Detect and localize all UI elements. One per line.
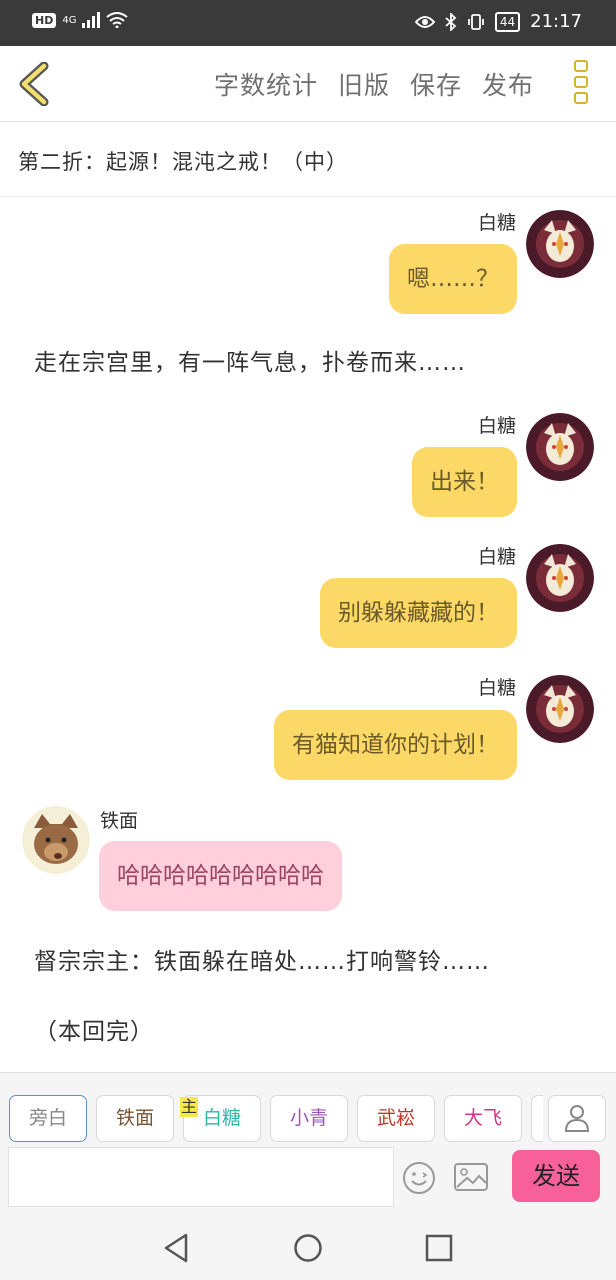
message-bubble[interactable]: 有猫知道你的计划！ <box>274 710 517 780</box>
save-button[interactable]: 保存 <box>410 66 462 102</box>
speaker-name: 白糖 <box>477 677 516 699</box>
speaker-name: 白糖 <box>477 415 516 437</box>
person-icon <box>564 1105 590 1132</box>
status-bar: HD 4G 44 21:17 <box>0 0 616 46</box>
chapter-title-bar[interactable]: 第二折：起源！混沌之戒！（中） <box>0 122 616 197</box>
main-role-tag: 主 <box>180 1097 199 1117</box>
role-chip-wusong[interactable]: 武崧 <box>357 1095 435 1142</box>
network-type: 4G <box>62 14 77 26</box>
publish-button[interactable]: 发布 <box>482 66 534 102</box>
narration-text[interactable]: 走在宗宫里，有一阵气息，扑卷而来…… <box>34 343 466 377</box>
role-chip-tiemian[interactable]: 铁面 <box>96 1095 174 1142</box>
composer: 旁白 铁面 白糖 主 小青 武崧 大飞 发送 <box>0 1072 616 1218</box>
chapter-title: 第二折：起源！混沌之戒！（中） <box>18 150 348 174</box>
avatar-tiemian[interactable] <box>22 806 90 874</box>
role-chip-narrator[interactable]: 旁白 <box>9 1095 87 1142</box>
narration-text[interactable]: 督宗宗主：铁面躲在暗处……打响警铃…… <box>34 942 490 976</box>
wifi-icon <box>106 12 129 28</box>
clock: 21:17 <box>530 11 582 32</box>
word-count-button[interactable]: 字数统计 <box>214 66 318 102</box>
avatar-baitang[interactable] <box>526 544 594 612</box>
chevron-left-icon <box>19 61 49 107</box>
avatar-baitang[interactable] <box>526 675 594 743</box>
speaker-name: 白糖 <box>477 546 516 568</box>
vibrate-icon <box>467 13 484 30</box>
system-nav-bar <box>0 1218 616 1280</box>
role-manage-button[interactable] <box>548 1095 606 1142</box>
role-chip-xiaoqing[interactable]: 小青 <box>270 1095 348 1142</box>
hd-badge: HD <box>32 12 57 28</box>
narration-text[interactable]: （本回完） <box>34 1012 154 1046</box>
speaker-name: 铁面 <box>100 810 139 832</box>
message-bubble[interactable]: 别躲躲藏藏的！ <box>320 578 517 648</box>
menu-dot <box>574 92 588 104</box>
more-menu-button[interactable] <box>572 60 590 108</box>
role-chip-partial[interactable] <box>531 1095 543 1142</box>
signal-icon <box>82 12 101 28</box>
top-bar: 字数统计 旧版 保存 发布 <box>0 46 616 122</box>
message-input[interactable] <box>8 1147 394 1207</box>
speaker-name: 白糖 <box>477 212 516 234</box>
old-version-button[interactable]: 旧版 <box>338 66 390 102</box>
nav-back-icon[interactable] <box>162 1232 190 1264</box>
back-button[interactable] <box>14 61 54 107</box>
message-bubble[interactable]: 哈哈哈哈哈哈哈哈哈 <box>99 841 342 911</box>
menu-dot <box>574 76 588 88</box>
avatar-baitang[interactable] <box>526 210 594 278</box>
battery-indicator: 44 <box>494 11 521 32</box>
emoji-icon[interactable] <box>402 1161 436 1195</box>
send-button[interactable]: 发送 <box>512 1150 600 1202</box>
avatar-baitang[interactable] <box>526 413 594 481</box>
nav-home-icon[interactable] <box>293 1233 323 1263</box>
nav-recents-icon[interactable] <box>425 1234 453 1262</box>
eye-icon <box>414 15 435 28</box>
message-bubble[interactable]: 出来！ <box>412 447 517 517</box>
image-icon[interactable] <box>453 1161 489 1193</box>
role-chip-dafei[interactable]: 大飞 <box>444 1095 522 1142</box>
message-bubble[interactable]: 嗯……？ <box>389 244 517 314</box>
bluetooth-icon <box>445 12 457 31</box>
menu-dot <box>574 60 588 72</box>
